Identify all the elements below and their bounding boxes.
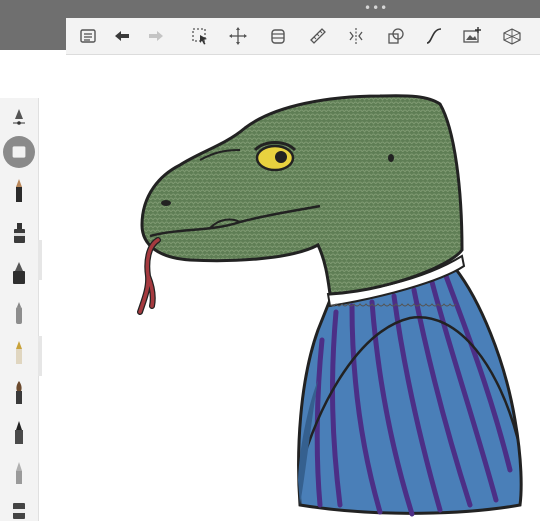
color-swatch-button[interactable] [3, 136, 35, 168]
redo-icon [149, 31, 163, 41]
curve-icon [426, 28, 442, 44]
fountain-pen-icon [16, 341, 22, 364]
list-icon [80, 29, 96, 43]
add-image-button[interactable] [458, 22, 486, 50]
menu-handle[interactable]: ••• [364, 2, 388, 14]
shapes-button[interactable] [382, 22, 410, 50]
eraser-tool[interactable] [7, 496, 31, 526]
ruler-button[interactable] [304, 22, 332, 50]
selection-icon [192, 28, 207, 45]
color-swatch-icon [12, 146, 26, 158]
drawing-canvas[interactable] [42, 56, 540, 521]
airbrush-tool[interactable] [7, 298, 31, 328]
symmetry-button[interactable] [342, 22, 370, 50]
lizard-head [140, 94, 464, 296]
smudge-icon [16, 462, 22, 484]
list-button[interactable] [74, 22, 102, 50]
paint-brush-tool[interactable] [7, 378, 31, 408]
brush-palette [0, 98, 39, 521]
undo-icon [115, 31, 129, 41]
transform-button[interactable] [224, 22, 252, 50]
ruler-icon [310, 28, 326, 44]
main-toolbar [66, 18, 540, 55]
nostril [161, 200, 171, 206]
fountain-pen-tool[interactable] [7, 338, 31, 368]
perspective-icon [503, 28, 521, 45]
symmetry-icon [349, 28, 363, 44]
brush-size-button[interactable] [7, 102, 31, 132]
curve-button[interactable] [420, 22, 448, 50]
undo-button[interactable] [108, 22, 136, 50]
brush-pen-icon [15, 421, 23, 444]
transform-icon [229, 27, 247, 45]
pencil-tool[interactable] [7, 176, 31, 206]
marker-icon [14, 223, 25, 243]
selection-button[interactable] [186, 22, 214, 50]
lizard-eye [253, 141, 297, 172]
brush-size-icon [13, 109, 25, 125]
shapes-icon [388, 28, 404, 44]
layers-icon [271, 29, 285, 44]
add-image-icon [463, 27, 481, 43]
brush-pen-tool[interactable] [7, 418, 31, 448]
ink-pen-tool[interactable] [7, 258, 31, 288]
airbrush-icon [16, 302, 22, 324]
perspective-button[interactable] [498, 22, 526, 50]
marker-tool[interactable] [7, 218, 31, 248]
pencil-icon [16, 179, 22, 202]
paint-brush-icon [16, 381, 22, 404]
ear-hole [388, 154, 394, 162]
redo-button[interactable] [142, 22, 170, 50]
ink-pen-icon [13, 262, 25, 284]
smudge-tool[interactable] [7, 458, 31, 488]
layers-button[interactable] [264, 22, 292, 50]
